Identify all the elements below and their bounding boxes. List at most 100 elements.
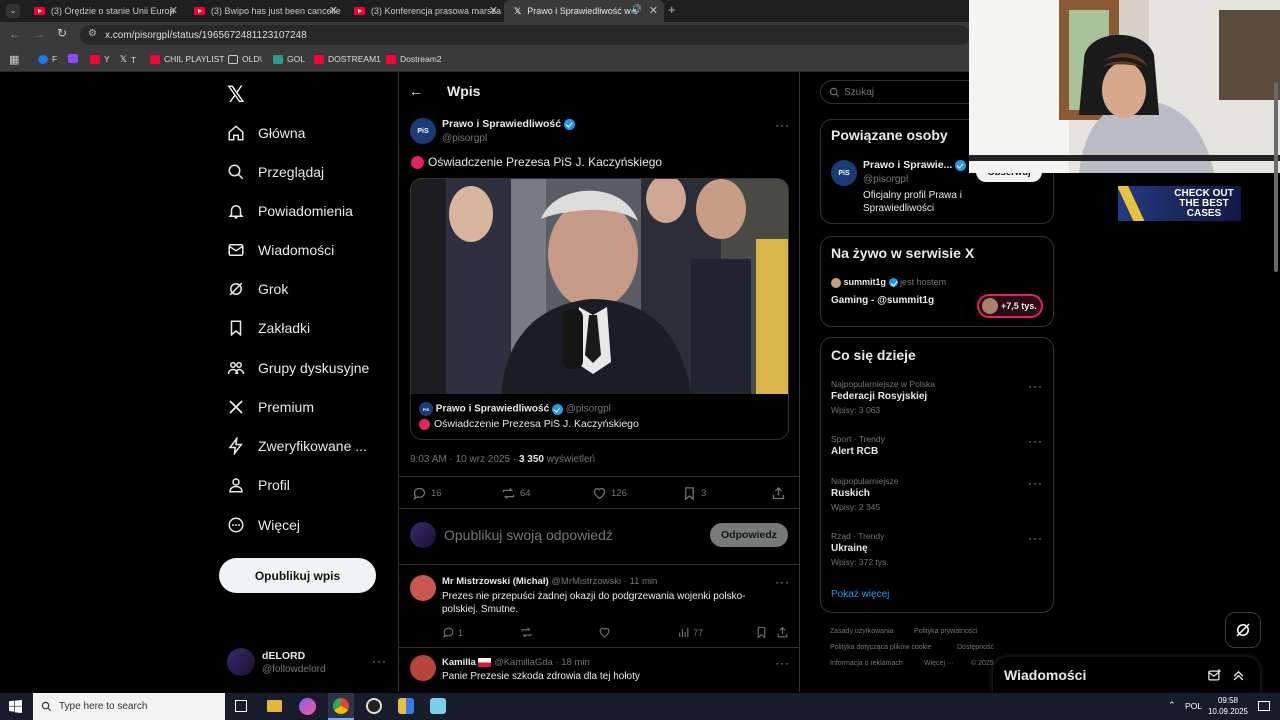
bookmark-f[interactable]: F bbox=[38, 54, 57, 64]
reply-item[interactable]: Kamilla @KamillaGda · 18 min ··· Panie P… bbox=[399, 648, 799, 692]
tab-2[interactable]: (3) Bwipo has just been cancelle ✕ bbox=[184, 0, 344, 22]
apps-grid-icon[interactable]: ▦ bbox=[9, 53, 19, 66]
account-switcher[interactable]: dELORD @followdelord ··· bbox=[227, 648, 387, 678]
reload-icon[interactable]: ↻ bbox=[57, 26, 67, 40]
bookmark-twitch[interactable] bbox=[68, 54, 82, 63]
trend-item[interactable]: Rząd · Trendy Ukrainę Wpisy: 372 tys. ··… bbox=[831, 531, 1043, 567]
bookmark-action[interactable]: 3 bbox=[682, 486, 706, 501]
post-timestamp[interactable]: 9:03 AM · 10 wrz 2025 · bbox=[410, 454, 519, 465]
reply-button[interactable]: Odpowiedz bbox=[710, 523, 788, 547]
taskbar-search-input[interactable]: Type here to search bbox=[33, 693, 225, 720]
reply-author-name[interactable]: Mr Mistrzowski (Michał) bbox=[442, 576, 549, 587]
post-author-handle[interactable]: @pisorgpl bbox=[442, 133, 487, 144]
footer-link[interactable]: Polityka prywatności bbox=[914, 628, 977, 635]
site-info-icon[interactable]: ⚙ bbox=[88, 28, 97, 39]
show-more-link[interactable]: Pokaż więcej bbox=[831, 589, 889, 600]
chrome-taskbar-button[interactable] bbox=[328, 693, 354, 720]
footer-link[interactable]: Więcej ··· bbox=[924, 660, 954, 667]
more-icon[interactable]: ··· bbox=[775, 656, 790, 670]
nav-premium[interactable]: Premium bbox=[227, 393, 314, 421]
trend-item[interactable]: Sport · Trendy Alert RCB ··· bbox=[831, 434, 1043, 457]
like-action[interactable]: 126 bbox=[592, 486, 627, 501]
grok-button[interactable] bbox=[1225, 612, 1261, 648]
repost-action[interactable] bbox=[520, 626, 533, 644]
notifications-icon[interactable] bbox=[1258, 701, 1270, 711]
back-arrow-icon[interactable]: ← bbox=[409, 83, 423, 99]
nav-grok[interactable]: Grok bbox=[227, 275, 288, 303]
language-indicator[interactable]: POL bbox=[1185, 701, 1202, 711]
close-icon[interactable]: ✕ bbox=[489, 4, 498, 17]
bookmark-dostream2[interactable]: Dostream2 bbox=[386, 54, 442, 64]
nav-more[interactable]: Więcej bbox=[227, 511, 300, 539]
url-bar[interactable]: ⚙ x.com/pisorgpl/status/1965672481123107… bbox=[80, 25, 970, 45]
like-action[interactable] bbox=[598, 626, 611, 644]
bookmark-chil-playlist[interactable]: CHIL PLAYLIST bbox=[150, 54, 224, 64]
close-icon[interactable]: ✕ bbox=[169, 4, 178, 17]
messages-drawer[interactable]: Wiadomości bbox=[993, 657, 1260, 693]
windows-start-icon[interactable] bbox=[9, 700, 22, 713]
footer-link[interactable]: Polityka dotycząca plików cookie bbox=[830, 644, 932, 651]
app-icon[interactable] bbox=[398, 698, 414, 714]
tab-1[interactable]: (3) Orędzie o stanie Unii Europ ✕ bbox=[24, 0, 184, 22]
app-icon[interactable] bbox=[299, 698, 316, 715]
live-host-name[interactable]: summit1g bbox=[844, 277, 887, 287]
obs-icon[interactable] bbox=[366, 698, 382, 714]
x-logo-icon[interactable]: 𝕏 bbox=[227, 82, 245, 108]
back-icon[interactable]: ← bbox=[9, 27, 21, 41]
bookmark-y[interactable]: Y bbox=[90, 54, 110, 64]
bookmark-dostream1[interactable]: DOSTREAM1 bbox=[314, 54, 381, 64]
speaker-icon[interactable]: 🔊 bbox=[631, 4, 642, 15]
close-icon[interactable]: ✕ bbox=[649, 4, 658, 17]
reply-item[interactable]: Mr Mistrzowski (Michał) @MrMistrzowski ·… bbox=[399, 565, 799, 647]
chevron-up-icon[interactable]: ⌃ bbox=[1168, 700, 1176, 711]
forward-icon[interactable]: → bbox=[33, 27, 45, 41]
nav-bookmarks[interactable]: Zakładki bbox=[227, 314, 310, 342]
tab-4-active[interactable]: 𝕏 Prawo i Sprawiedliwość w s 🔊 ✕ bbox=[504, 0, 664, 22]
avatar[interactable]: PiS bbox=[831, 160, 857, 186]
footer-link[interactable]: Dostępność bbox=[957, 644, 994, 651]
clock[interactable]: 09:58 10.09.2025 bbox=[1206, 695, 1250, 717]
tab-3[interactable]: (3) Konferencja prasowa marsza ✕ bbox=[344, 0, 504, 22]
tab-list-icon[interactable]: ⌄ bbox=[6, 4, 20, 18]
repost-action[interactable]: 64 bbox=[501, 486, 531, 501]
search-input[interactable]: Szukaj bbox=[820, 80, 980, 104]
bookmark-action[interactable] bbox=[755, 626, 768, 644]
bookmark-t[interactable]: 𝕏T bbox=[120, 54, 136, 65]
more-icon[interactable]: ··· bbox=[1028, 434, 1043, 448]
post-video-image[interactable] bbox=[411, 179, 789, 394]
bookmark-old[interactable]: OLD\ bbox=[228, 54, 262, 64]
nav-verified-orgs[interactable]: Zweryfikowane ... bbox=[227, 432, 367, 460]
nav-explore[interactable]: Przeglądaj bbox=[227, 158, 324, 186]
footer-link[interactable]: Zasady użytkowania bbox=[830, 628, 893, 635]
nav-profile[interactable]: Profil bbox=[227, 471, 290, 499]
nav-notifications[interactable]: Powiadomienia bbox=[227, 197, 353, 225]
compose-message-icon[interactable] bbox=[1207, 668, 1222, 683]
nav-home[interactable]: Główna bbox=[227, 119, 305, 147]
task-view-icon[interactable] bbox=[235, 700, 247, 712]
trend-item[interactable]: Najpopularniejsze Ruskich Wpisy: 2 345 ·… bbox=[831, 476, 1043, 512]
file-explorer-icon[interactable] bbox=[267, 700, 282, 712]
post-author-name[interactable]: Prawo i Sprawiedliwość bbox=[442, 118, 561, 130]
footer-link[interactable]: Informacja o reklamach bbox=[830, 660, 903, 667]
new-tab-button[interactable]: + bbox=[668, 2, 676, 17]
related-name[interactable]: Prawo i Sprawie... bbox=[863, 159, 952, 171]
bookmark-gol[interactable]: GOL bbox=[273, 54, 305, 64]
close-icon[interactable]: ✕ bbox=[329, 4, 338, 17]
nav-messages[interactable]: Wiadomości bbox=[227, 236, 334, 264]
reply-action[interactable]: 1 bbox=[442, 626, 463, 639]
share-action[interactable] bbox=[771, 486, 786, 506]
page-scrollbar[interactable] bbox=[1274, 82, 1278, 272]
more-icon[interactable]: ··· bbox=[1028, 379, 1043, 393]
reply-action[interactable]: 16 bbox=[412, 486, 442, 501]
trend-item[interactable]: Najpopularniejsze w Polska Federacji Ros… bbox=[831, 379, 1043, 415]
post-button[interactable]: Opublikuj wpis bbox=[219, 558, 376, 593]
app-icon[interactable] bbox=[430, 698, 446, 714]
more-icon[interactable]: ··· bbox=[372, 654, 387, 668]
views-action[interactable]: 77 bbox=[677, 626, 703, 639]
avatar[interactable]: PiS bbox=[410, 118, 436, 144]
more-icon[interactable]: ··· bbox=[775, 575, 790, 589]
nav-communities[interactable]: Grupy dyskusyjne bbox=[227, 354, 369, 382]
more-icon[interactable]: ··· bbox=[775, 118, 790, 132]
share-action[interactable] bbox=[776, 626, 789, 644]
post-media-card[interactable]: PiS Prawo i Sprawiedliwość @pisorgpl Ośw… bbox=[410, 178, 789, 440]
